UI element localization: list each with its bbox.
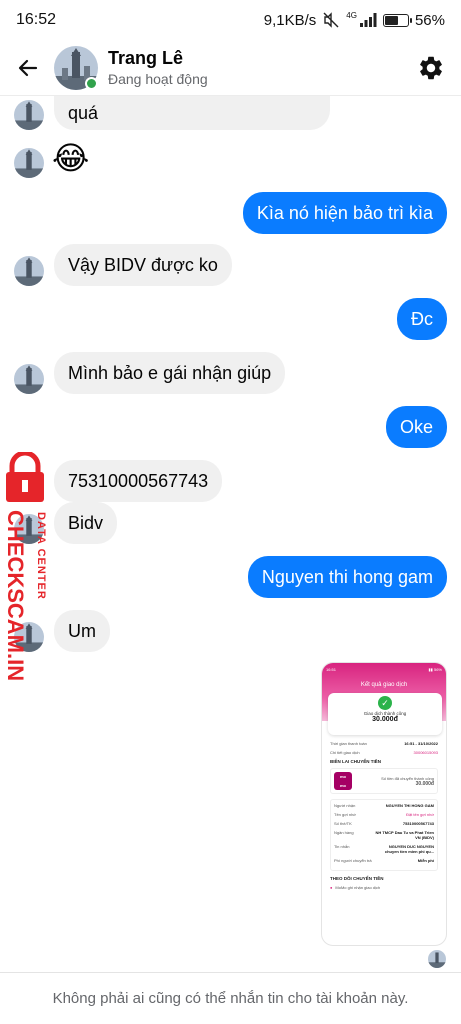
contact-status: Đang hoạt động bbox=[108, 71, 208, 87]
momo-logo: mo mo bbox=[334, 772, 352, 790]
message-emoji[interactable]: 😂 bbox=[52, 140, 89, 176]
receipt-details: Thời gian thanh toán 16:51 - 31/10/2022 C… bbox=[330, 741, 438, 890]
contact-info[interactable]: Trang Lê Đang hoạt động bbox=[108, 48, 208, 87]
sender-avatar bbox=[14, 256, 44, 286]
message-bubble-incoming[interactable]: Vậy BIDV được ko bbox=[54, 244, 232, 286]
status-time: 16:52 bbox=[16, 11, 57, 28]
sender-avatar bbox=[14, 148, 44, 178]
message-bubble-outgoing[interactable]: Oke bbox=[385, 406, 447, 448]
network-speed: 9,1KB/s bbox=[263, 11, 317, 29]
battery-percent: 56% bbox=[414, 11, 445, 29]
network-type: 4G bbox=[346, 10, 357, 20]
settings-button[interactable] bbox=[415, 52, 447, 84]
watermark-line1: DATA CENTER bbox=[35, 512, 47, 600]
message-list[interactable]: quá 😂 Kìa nó hiện bảo trì kìa Vậy BIDV đ… bbox=[0, 96, 461, 972]
signal-icon bbox=[359, 13, 377, 27]
mute-icon bbox=[323, 12, 339, 28]
contact-name: Trang Lê bbox=[108, 48, 184, 68]
online-indicator bbox=[85, 76, 98, 90]
status-bar: 16:52 9,1KB/s 4G 56% bbox=[0, 0, 461, 40]
checkscam-watermark: DATA CENTER CHECKSCAM.INFO bbox=[2, 450, 52, 712]
sender-avatar bbox=[14, 100, 44, 130]
check-icon: ✓ bbox=[378, 696, 392, 710]
message-bubble-incoming[interactable]: 75310000567743 bbox=[54, 460, 223, 502]
watermark-line2: CHECKSCAM.INFO bbox=[3, 510, 28, 682]
message-bubble-incoming[interactable]: quá bbox=[54, 96, 330, 130]
receipt-image[interactable]: 16:51 ▮▮ 56% Kết quả giao dịch ✓ Giao dịc… bbox=[321, 662, 447, 946]
chat-header: Trang Lê Đang hoạt động bbox=[0, 40, 461, 96]
message-bubble-incoming[interactable]: Bidv bbox=[54, 502, 118, 544]
seen-avatar bbox=[428, 950, 446, 968]
messaging-restricted-notice: Không phải ai cũng có thể nhắn tin cho t… bbox=[0, 972, 461, 1024]
sender-avatar bbox=[14, 364, 44, 394]
receipt-summary-card: ✓ Giao dịch thành công 30.000đ bbox=[328, 693, 442, 735]
message-bubble-outgoing[interactable]: Đc bbox=[397, 298, 447, 340]
arrow-left-icon bbox=[18, 59, 38, 76]
battery-icon bbox=[382, 13, 412, 27]
contact-avatar[interactable] bbox=[54, 45, 98, 90]
message-bubble-outgoing[interactable]: Kìa nó hiện bảo trì kìa bbox=[242, 192, 447, 234]
message-bubble-incoming[interactable]: Mình bảo e gái nhận giúp bbox=[54, 352, 286, 394]
back-button[interactable] bbox=[14, 54, 42, 82]
gear-icon bbox=[420, 56, 442, 79]
message-bubble-incoming[interactable]: Um bbox=[54, 610, 110, 652]
message-bubble-outgoing[interactable]: Nguyen thi hong gam bbox=[247, 556, 447, 598]
receipt-title: Kết quả giao dịch bbox=[360, 682, 408, 688]
